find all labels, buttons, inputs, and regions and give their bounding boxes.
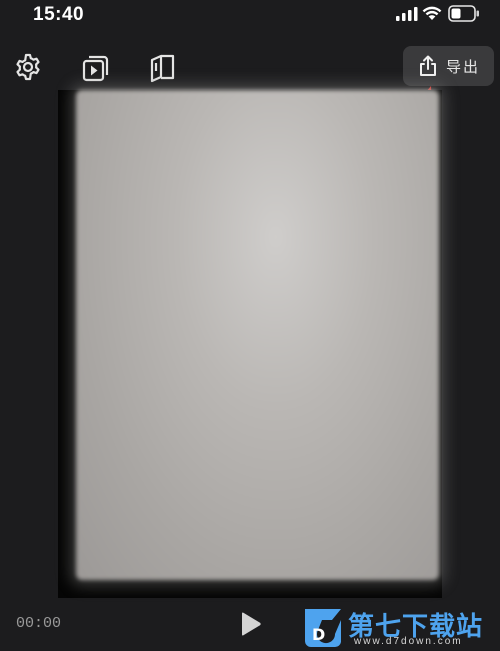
watermark-logo-icon: D (305, 609, 341, 648)
watermark: D 第七下载站 www.d7down.com (298, 604, 498, 650)
document-preview (58, 90, 442, 598)
watermark-url: www.d7down.com (354, 636, 463, 647)
wifi-icon (422, 6, 442, 20)
status-bar: 15:40 (0, 0, 500, 34)
play-icon[interactable] (239, 611, 263, 637)
svg-text:D: D (312, 625, 325, 644)
status-time: 15:40 (33, 4, 85, 25)
book-icon[interactable] (148, 53, 178, 83)
share-upload-icon (419, 55, 436, 76)
current-time: 00:00 (16, 615, 62, 632)
page-thumbnail[interactable] (76, 90, 439, 580)
preview-icon[interactable] (81, 53, 111, 83)
app-screen: 15:40 导出 00:00 D 第七下载站 www.d7down.com (0, 0, 500, 651)
export-button[interactable]: 导出 (403, 46, 494, 86)
export-label: 导出 (445, 57, 480, 76)
signal-icon (396, 7, 418, 21)
battery-icon (448, 5, 479, 22)
gear-icon[interactable] (13, 52, 43, 82)
